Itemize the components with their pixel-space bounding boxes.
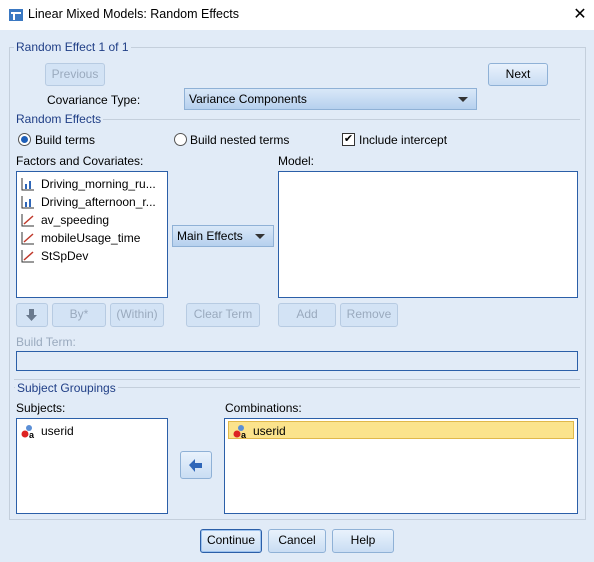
item-label: Driving_afternoon_r... [41, 195, 156, 209]
list-item[interactable]: a userid [228, 421, 574, 439]
title-bar: Linear Mixed Models: Random Effects ✕ [0, 0, 594, 30]
ordinal-icon [21, 196, 34, 209]
random-effects-title: Random Effects [14, 112, 104, 126]
build-terms-radio[interactable] [18, 133, 31, 146]
close-icon[interactable]: ✕ [570, 4, 590, 24]
previous-button[interactable]: Previous [45, 63, 105, 86]
list-item[interactable]: StSpDev [17, 247, 167, 265]
item-label: av_speeding [41, 213, 110, 227]
covariance-type-dropdown[interactable]: Variance Components [184, 88, 477, 110]
item-label: userid [253, 424, 286, 438]
covariance-type-label: Covariance Type: [47, 93, 141, 107]
window-title: Linear Mixed Models: Random Effects [28, 7, 239, 21]
clear-term-button[interactable]: Clear Term [186, 303, 260, 327]
build-term-field[interactable] [16, 351, 578, 371]
cancel-button[interactable]: Cancel [268, 529, 326, 553]
within-button[interactable]: (Within) [110, 303, 164, 327]
remove-button[interactable]: Remove [340, 303, 398, 327]
svg-text:a: a [29, 430, 35, 438]
ordinal-icon [21, 178, 34, 191]
scale-icon [21, 232, 34, 245]
build-term-label: Build Term: [16, 335, 76, 349]
move-left-button[interactable] [180, 451, 212, 479]
term-type-value: Main Effects [177, 229, 243, 243]
include-intercept-checkbox[interactable]: ✔ [342, 133, 355, 146]
nominal-icon: a [233, 425, 247, 438]
subjects-label: Subjects: [16, 401, 66, 415]
model-list[interactable] [278, 171, 578, 298]
add-button[interactable]: Add [278, 303, 336, 327]
subject-groupings-title: Subject Groupings [15, 381, 118, 395]
build-nested-terms-label: Build nested terms [190, 133, 290, 147]
continue-button[interactable]: Continue [200, 529, 262, 553]
divider [14, 379, 580, 380]
combinations-list[interactable]: a userid [224, 418, 578, 514]
next-button[interactable]: Next [488, 63, 548, 86]
chevron-down-icon [255, 234, 265, 239]
list-item[interactable]: av_speeding [17, 211, 167, 229]
list-item[interactable]: Driving_morning_ru... [17, 175, 167, 193]
by-button[interactable]: By* [52, 303, 106, 327]
arrow-left-icon [189, 459, 202, 472]
svg-text:a: a [241, 430, 247, 438]
app-icon [9, 9, 23, 21]
help-button[interactable]: Help [332, 529, 394, 553]
chevron-down-icon [458, 97, 468, 102]
item-label: StSpDev [41, 249, 89, 263]
include-intercept-label: Include intercept [359, 133, 448, 147]
nominal-icon: a [21, 425, 35, 438]
combinations-label: Combinations: [225, 401, 302, 415]
item-label: Driving_morning_ru... [41, 177, 156, 191]
factors-list[interactable]: Driving_morning_ru... Driving_afternoon_r… [16, 171, 168, 298]
item-label: mobileUsage_time [41, 231, 141, 245]
covariance-type-value: Variance Components [189, 92, 307, 106]
random-effect-title: Random Effect 1 of 1 [14, 40, 131, 54]
build-terms-label: Build terms [35, 133, 96, 147]
term-type-dropdown[interactable]: Main Effects [172, 225, 274, 247]
item-label: userid [41, 424, 74, 438]
subjects-list[interactable]: a userid [16, 418, 168, 514]
model-label: Model: [278, 154, 315, 168]
scale-icon [21, 214, 34, 227]
build-nested-terms-radio[interactable] [174, 133, 187, 146]
factors-label: Factors and Covariates: [16, 154, 144, 168]
arrow-down-icon [26, 309, 37, 321]
scale-icon [21, 250, 34, 263]
list-item[interactable]: a userid [17, 422, 167, 440]
list-item[interactable]: Driving_afternoon_r... [17, 193, 167, 211]
move-down-button[interactable] [16, 303, 48, 327]
list-item[interactable]: mobileUsage_time [17, 229, 167, 247]
